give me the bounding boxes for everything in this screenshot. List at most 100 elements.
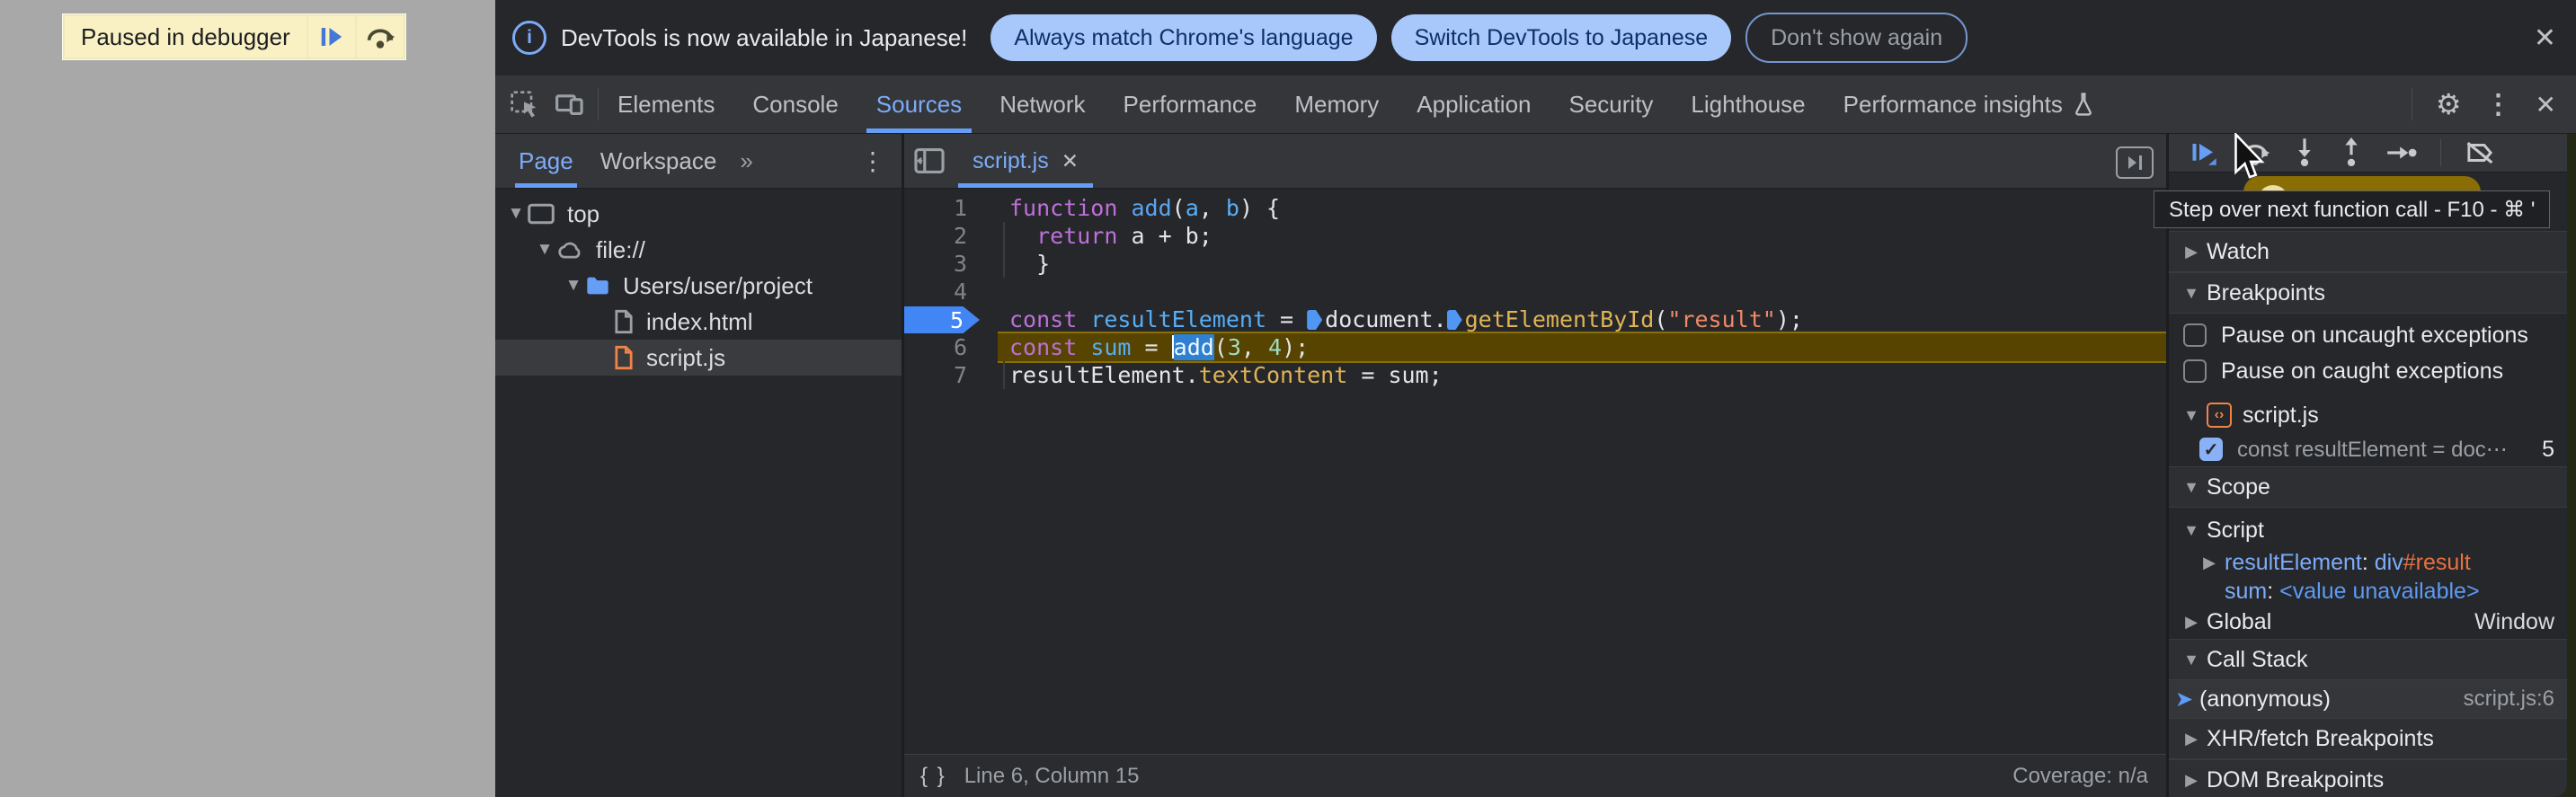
code-line-2[interactable]: 2 return a + b; <box>904 222 2166 250</box>
hide-debugger-sidebar-icon[interactable] <box>2116 146 2154 179</box>
code-area[interactable]: 1 function add(a, b) {2 return a + b; 3 } 4… <box>904 189 2166 754</box>
chevron-down-icon: ▼ <box>2183 405 2199 424</box>
always-match-language-button[interactable]: Always match Chrome's language <box>990 14 1377 61</box>
chevron-down-icon: ▼ <box>2183 283 2199 302</box>
tree-item-index-html[interactable]: index.html <box>495 304 902 340</box>
watch-section-header[interactable]: ▶ Watch <box>2169 231 2567 272</box>
chevron-down-icon[interactable]: ▼ <box>533 240 556 260</box>
inspect-element-icon[interactable] <box>510 90 538 119</box>
code-line-4[interactable]: 4 <box>904 278 2166 306</box>
notification-close-icon[interactable]: ✕ <box>2534 22 2556 54</box>
breakpoint-entry-row[interactable]: ✓ const resultElement = doc⋯ 5 <box>2169 432 2567 466</box>
settings-gear-icon[interactable]: ⚙ <box>2436 87 2462 121</box>
flask-icon <box>2072 92 2095 117</box>
code-token: = <box>1131 334 1172 360</box>
breakpoint-checkbox[interactable]: ✓ <box>2199 438 2223 461</box>
tree-item-top[interactable]: ▼ top <box>495 196 902 232</box>
line-number[interactable]: 4 <box>904 278 967 306</box>
pretty-print-icon[interactable]: { } <box>920 764 946 789</box>
code-line-3[interactable]: 3 } <box>904 250 2166 278</box>
code-token: ); <box>1775 306 1803 332</box>
step-over-icon <box>367 29 395 49</box>
breakpoints-section-header[interactable]: ▼ Breakpoints <box>2169 272 2567 314</box>
call-stack-frame[interactable]: ➤ (anonymous) script.js:6 <box>2169 680 2567 718</box>
code-line-7[interactable]: 7 resultElement.textContent = sum; <box>904 361 2166 389</box>
tree-item-script-js[interactable]: script.js <box>495 340 902 376</box>
switch-to-japanese-button[interactable]: Switch DevTools to Japanese <box>1390 14 1732 61</box>
breakpoint-file-group[interactable]: ▼ ‹› script.js <box>2169 398 2567 432</box>
line-number[interactable]: 1 <box>904 194 967 222</box>
chevron-down-icon: ▼ <box>2183 520 2199 539</box>
line-number[interactable]: 6 <box>904 333 967 361</box>
xhr-breakpoints-section-header[interactable]: ▶ XHR/fetch Breakpoints <box>2169 718 2567 759</box>
devtools-window: i DevTools is now available in Japanese!… <box>495 0 2576 797</box>
chevron-down-icon[interactable]: ▼ <box>562 276 585 296</box>
notification-bar: i DevTools is now available in Japanese!… <box>495 0 2576 75</box>
tab-sources[interactable]: Sources <box>857 75 981 133</box>
editor-tab-close-icon[interactable]: ✕ <box>1061 149 1079 173</box>
tab-lighthouse[interactable]: Lighthouse <box>1672 75 1824 133</box>
step-into-icon[interactable] <box>2293 137 2316 168</box>
tree-item-users-user-project[interactable]: ▼ Users/user/project <box>495 268 902 304</box>
code-token: a <box>1185 195 1199 221</box>
tab-elements[interactable]: Elements <box>599 75 733 133</box>
code-line-1[interactable]: 1 function add(a, b) { <box>904 194 2166 222</box>
scope-section-header[interactable]: ▼ Scope <box>2169 466 2567 508</box>
notification-message: DevTools is now available in Japanese! <box>561 23 968 51</box>
paused-in-debugger-banner: Paused in debugger <box>63 14 405 59</box>
code-line-6[interactable]: 6 const sum = add(3, 4); <box>904 332 2166 363</box>
code-token: ( <box>1654 306 1668 332</box>
editor-tabstrip: script.js ✕ <box>904 134 2166 189</box>
scope-var-sum[interactable]: sum : <value unavailable> <box>2169 578 2567 605</box>
deactivate-breakpoints-icon[interactable] <box>2465 139 2495 166</box>
code-line-5[interactable]: 5 const resultElement = document. getEleme… <box>904 306 2166 333</box>
code-token: 3 <box>1227 334 1241 360</box>
inline-breakpoint-candidate-icon[interactable] <box>1446 310 1462 330</box>
debugger-toolbar <box>2169 134 2567 173</box>
toggle-navigator-icon[interactable] <box>904 134 955 188</box>
toggle-device-toolbar-icon[interactable] <box>555 90 585 119</box>
tab-security[interactable]: Security <box>1550 75 1673 133</box>
editor-tab-scriptjs[interactable]: script.js ✕ <box>955 134 1097 188</box>
debugger-sidebar: ▶ Watch ▼ Breakpoints Pause on uncaught … <box>2169 134 2567 797</box>
chevron-down-icon[interactable]: ▼ <box>504 204 528 224</box>
cursor-position-label: Line 6, Column 15 <box>964 763 1140 788</box>
tree-item-file-[interactable]: ▼ file:// <box>495 232 902 268</box>
scope-script-section[interactable]: ▼ Script <box>2169 513 2567 547</box>
tab-page[interactable]: Page <box>515 134 577 188</box>
tab-performance[interactable]: Performance <box>1105 75 1276 133</box>
scope-var-resultelement[interactable]: ▶ resultElement : div #result <box>2169 547 2567 578</box>
dont-show-again-button[interactable]: Don't show again <box>1745 13 1968 63</box>
step-icon[interactable] <box>2386 141 2417 164</box>
resume-script-icon[interactable] <box>2190 139 2217 166</box>
tab-memory[interactable]: Memory <box>1275 75 1398 133</box>
pause-uncaught-checkbox[interactable] <box>2183 323 2207 347</box>
more-options-icon[interactable]: ⋮ <box>2485 89 2512 120</box>
devtools-tabbar: Elements Console Sources Network Performance… <box>495 75 2576 134</box>
resume-script-button[interactable] <box>306 16 355 58</box>
navigator-more-icon[interactable]: ⋮ <box>860 146 885 176</box>
script-file-icon: ‹› <box>2207 403 2232 428</box>
code-line-content: resultElement.textContent = sum; <box>998 361 2166 389</box>
tab-console[interactable]: Console <box>733 75 857 133</box>
tab-performance-insights[interactable]: Performance insights <box>1825 75 2114 133</box>
tab-network[interactable]: Network <box>981 75 1104 133</box>
inline-breakpoint-candidate-icon[interactable] <box>1307 310 1323 330</box>
dom-breakpoints-section-header[interactable]: ▶ DOM Breakpoints <box>2169 759 2567 797</box>
pause-caught-checkbox[interactable] <box>2183 359 2207 383</box>
line-number[interactable]: 3 <box>904 250 967 278</box>
close-devtools-icon[interactable]: ✕ <box>2536 90 2556 120</box>
navigator-overflow-icon[interactable]: » <box>740 147 752 175</box>
scope-global-section[interactable]: ▶ Global Window <box>2169 605 2567 639</box>
line-number[interactable]: 7 <box>904 361 967 389</box>
tab-application[interactable]: Application <box>1398 75 1550 133</box>
breakpoint-marker[interactable]: 5 <box>904 306 980 333</box>
line-number[interactable]: 2 <box>904 222 967 250</box>
call-stack-section-header[interactable]: ▼ Call Stack <box>2169 639 2567 680</box>
tab-workspace[interactable]: Workspace <box>597 134 721 188</box>
resume-icon <box>321 28 342 46</box>
step-out-icon[interactable] <box>2340 137 2363 168</box>
step-over-button-banner[interactable] <box>354 16 404 58</box>
